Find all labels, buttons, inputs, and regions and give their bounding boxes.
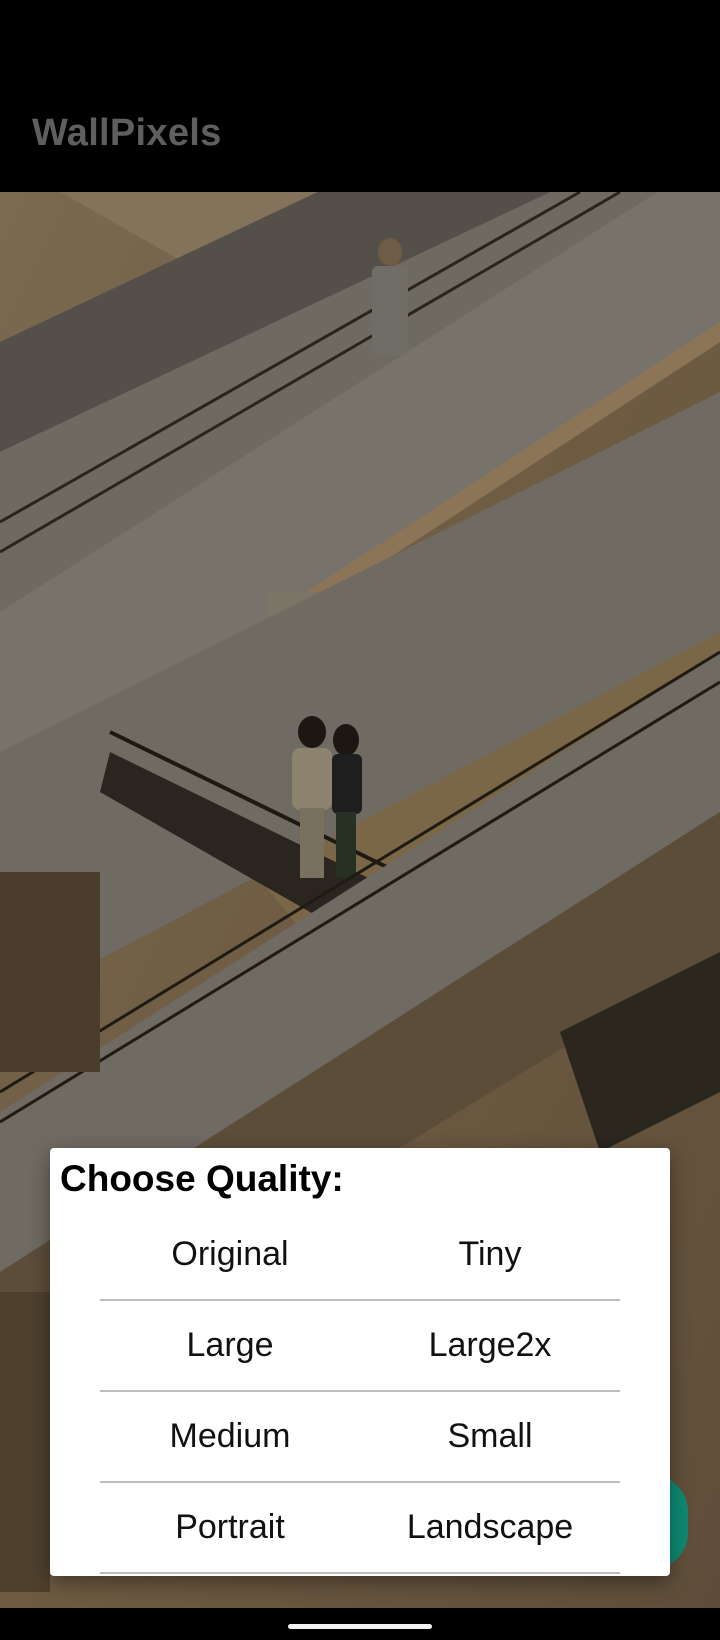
app-title: WallPixels	[32, 112, 222, 154]
dialog-title: Choose Quality:	[60, 1158, 344, 1199]
quality-options: Original Tiny Large Large2x Medium Small…	[100, 1210, 620, 1574]
app-bar: WallPixels	[0, 0, 720, 192]
option-landscape[interactable]: Landscape	[360, 1508, 620, 1547]
option-row: Portrait Landscape	[100, 1483, 620, 1574]
option-row: Original Tiny	[100, 1210, 620, 1301]
system-nav-bar	[0, 1608, 720, 1640]
option-row: Medium Small	[100, 1392, 620, 1483]
option-tiny[interactable]: Tiny	[360, 1235, 620, 1274]
option-small[interactable]: Small	[360, 1417, 620, 1456]
option-row: Large Large2x	[100, 1301, 620, 1392]
home-indicator-icon[interactable]	[288, 1624, 432, 1629]
screen: WallPixels Choose Quality: Original Tiny…	[0, 0, 720, 1640]
choose-quality-dialog: Choose Quality: Original Tiny Large Larg…	[50, 1148, 670, 1576]
option-large2x[interactable]: Large2x	[360, 1326, 620, 1365]
option-portrait[interactable]: Portrait	[100, 1508, 360, 1547]
option-original[interactable]: Original	[100, 1235, 360, 1274]
option-medium[interactable]: Medium	[100, 1417, 360, 1456]
option-large[interactable]: Large	[100, 1326, 360, 1365]
